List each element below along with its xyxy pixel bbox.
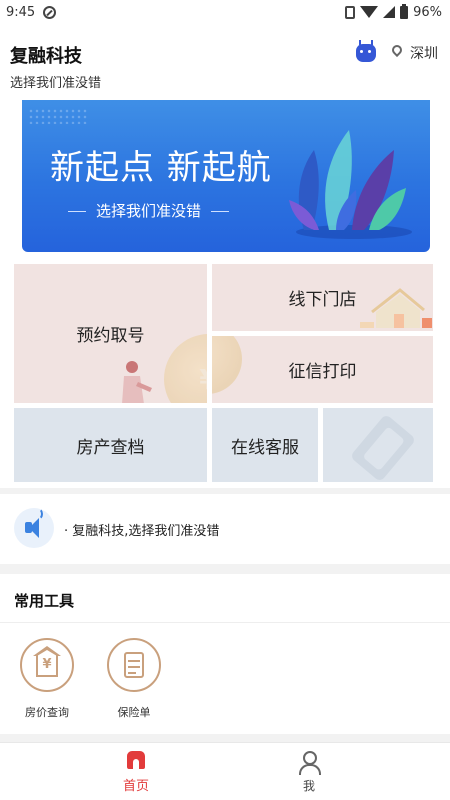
signal-icon [383, 6, 396, 18]
coin-decoration-icon [212, 336, 242, 394]
notice-bar[interactable]: · 复融科技,选择我们准没错 [0, 494, 450, 564]
banner-section: 新起点 新起航 选择我们准没错 [0, 100, 450, 264]
tools-heading: 常用工具 [14, 592, 75, 610]
location-pin-icon[interactable] [389, 42, 405, 58]
card-decoration-icon [352, 416, 414, 480]
yen-glyph: ¥ [42, 657, 52, 672]
insurance-doc-icon [107, 638, 161, 692]
bottom-tab-bar: 首页 我 [0, 742, 450, 800]
appointment-label: 预约取号 [76, 326, 145, 346]
person-decoration-icon [122, 361, 152, 403]
battery-percent: 96% [413, 4, 442, 20]
do-not-disturb-icon [43, 5, 57, 19]
banner[interactable]: 新起点 新起航 选择我们准没错 [22, 100, 430, 252]
doc-line [128, 660, 140, 662]
tagline-divider [211, 211, 230, 212]
store-decoration-icon [360, 288, 432, 328]
banner-headline: 新起点 新起航 [50, 148, 272, 188]
online-service-label: 在线客服 [231, 437, 299, 458]
robot-icon[interactable] [356, 40, 376, 62]
coin-decoration-icon: ¥ [164, 334, 207, 403]
notice-text: · 复融科技,选择我们准没错 [64, 524, 220, 539]
tab-me[interactable]: 我 [269, 751, 349, 794]
tool-house-price[interactable]: ¥ 房价查询 [12, 638, 82, 720]
vibrate-icon [345, 5, 356, 19]
banner-tagline: 选择我们准没错 [96, 202, 202, 220]
status-bar: 9:45 96% [0, 0, 450, 24]
tool-label: 保险单 [117, 706, 151, 719]
status-icons: 96% [345, 3, 442, 20]
wifi-icon [360, 6, 379, 18]
tools-section: 常用工具 ¥ 房价查询 保险单 [0, 574, 450, 734]
plant-illustration-icon [289, 130, 412, 239]
offline-store-label: 线下门店 [288, 290, 357, 310]
service-grid: ¥ 预约取号 线下门店 征信打印 房产查档 在线客服 [0, 264, 450, 488]
property-check-card[interactable]: 房产查档 [14, 408, 207, 482]
sound-wave-icon [33, 508, 43, 520]
doc-line [128, 672, 136, 674]
app-subtitle: 选择我们准没错 [10, 76, 102, 91]
tab-home[interactable]: 首页 [96, 751, 176, 794]
tab-me-label: 我 [302, 779, 315, 793]
offline-store-card[interactable]: 线下门店 [212, 264, 433, 331]
tools-divider [0, 622, 450, 623]
tab-home-label: 首页 [122, 779, 149, 794]
home-icon [127, 751, 145, 769]
appointment-card[interactable]: ¥ 预约取号 [14, 264, 207, 403]
status-time: 9:45 [6, 4, 36, 20]
house-price-icon: ¥ [20, 638, 74, 692]
doc-line [128, 666, 140, 668]
credit-print-label: 征信打印 [288, 362, 357, 382]
online-service-card[interactable]: 在线客服 [212, 408, 318, 482]
app-header: 复融科技 选择我们准没错 深圳 [0, 24, 450, 100]
app-title: 复融科技 [10, 46, 82, 67]
decorative-card [323, 408, 433, 482]
banner-dots-decoration [28, 108, 88, 124]
banner-tagline-row: 选择我们准没错 [58, 200, 239, 221]
property-check-label: 房产查档 [76, 437, 145, 458]
doc-shape [124, 652, 144, 678]
tagline-divider [68, 211, 86, 212]
credit-print-card[interactable]: 征信打印 [212, 336, 433, 403]
user-icon [298, 751, 321, 775]
tool-label: 房价查询 [25, 706, 69, 719]
location-city[interactable]: 深圳 [410, 43, 438, 63]
tool-insurance[interactable]: 保险单 [99, 638, 169, 720]
battery-icon [400, 3, 409, 19]
